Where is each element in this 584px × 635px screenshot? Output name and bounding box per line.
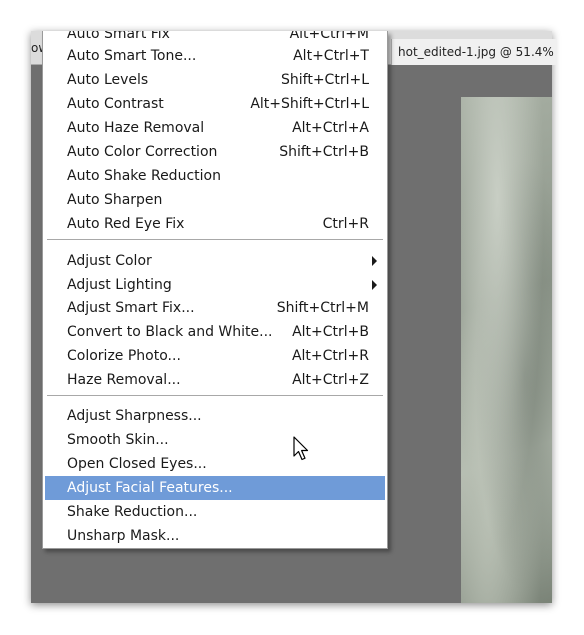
menu-item-shortcut: Alt+Ctrl+A — [292, 120, 369, 136]
menu-separator — [47, 395, 383, 397]
menu-item-label: Auto Color Correction — [67, 144, 218, 160]
menu-item-label: Auto Red Eye Fix — [67, 216, 185, 232]
menu-item-auto-levels[interactable]: Auto Levels Shift+Ctrl+L — [45, 68, 385, 92]
menu-item-auto-color-correction[interactable]: Auto Color Correction Shift+Ctrl+B — [45, 140, 385, 164]
menu-item-label: Auto Levels — [67, 72, 149, 88]
menu-item-label: Auto Sharpen — [67, 192, 163, 208]
menu-item-adjust-facial-features[interactable]: Adjust Facial Features... — [45, 476, 385, 500]
menu-item-adjust-lighting[interactable]: Adjust Lighting — [45, 273, 385, 297]
menu-item-label: Adjust Facial Features... — [67, 480, 233, 496]
menu-item-label: Smooth Skin... — [67, 432, 169, 448]
menu-item-label: Auto Smart Tone... — [67, 48, 197, 64]
menu-item-label: Open Closed Eyes... — [67, 456, 207, 472]
menu-item-smooth-skin[interactable]: Smooth Skin... — [45, 428, 385, 452]
menu-separator — [47, 239, 383, 241]
menu-item-label: Auto Contrast — [67, 96, 164, 112]
menu-item-shortcut: Alt+Ctrl+R — [291, 348, 369, 364]
menu-item-shortcut: Alt+Shift+Ctrl+L — [250, 96, 369, 112]
menu-item-label: Convert to Black and White... — [67, 324, 273, 340]
menu-item-label: Haze Removal... — [67, 372, 181, 388]
menu-item-shortcut: Shift+Ctrl+M — [276, 300, 369, 316]
menu-item-shortcut: Alt+Ctrl+B — [292, 324, 369, 340]
menu-item-shortcut: Shift+Ctrl+B — [279, 144, 369, 160]
menu-item-shortcut: Alt+Ctrl+T — [293, 48, 369, 64]
menu-item-auto-shake-reduction[interactable]: Auto Shake Reduction — [45, 164, 385, 188]
menu-item-colorize-photo[interactable]: Colorize Photo... Alt+Ctrl+R — [45, 344, 385, 368]
submenu-arrow-icon — [372, 256, 377, 266]
menu-item-shortcut: Ctrl+R — [322, 216, 369, 232]
canvas-top-strip — [461, 65, 552, 97]
menu-item-label: Unsharp Mask... — [67, 528, 180, 544]
menu-item-adjust-sharpness[interactable]: Adjust Sharpness... — [45, 404, 385, 428]
menu-item-unsharp-mask[interactable]: Unsharp Mask... — [45, 524, 385, 548]
menu-item-shortcut: Alt+Ctrl+Z — [292, 372, 369, 388]
menu-item-label: Auto Shake Reduction — [67, 168, 221, 184]
menu-item-open-closed-eyes[interactable]: Open Closed Eyes... — [45, 452, 385, 476]
photo-canvas[interactable] — [461, 97, 552, 603]
menu-item-haze-removal[interactable]: Haze Removal... Alt+Ctrl+Z — [45, 368, 385, 392]
menu-item-shake-reduction[interactable]: Shake Reduction... — [45, 500, 385, 524]
menu-item-auto-red-eye-fix[interactable]: Auto Red Eye Fix Ctrl+R — [45, 212, 385, 236]
menu-item-label: Adjust Color — [67, 253, 152, 269]
menu-item-adjust-color[interactable]: Adjust Color — [45, 249, 385, 273]
menu-item-label: Adjust Sharpness... — [67, 408, 202, 424]
menu-item-label: Adjust Smart Fix... — [67, 300, 195, 316]
menu-item-auto-smart-tone[interactable]: Auto Smart Tone... Alt+Ctrl+T — [45, 44, 385, 68]
arrow-pointer-icon — [293, 436, 309, 461]
menu-item-auto-haze-removal[interactable]: Auto Haze Removal Alt+Ctrl+A — [45, 116, 385, 140]
menu-item-label: Adjust Lighting — [67, 277, 172, 293]
menu-item-convert-black-white[interactable]: Convert to Black and White... Alt+Ctrl+B — [45, 320, 385, 344]
menu-item-label: Auto Haze Removal — [67, 120, 205, 136]
menu-item-label: Colorize Photo... — [67, 348, 181, 364]
menu-item-adjust-smart-fix[interactable]: Adjust Smart Fix... Shift+Ctrl+M — [45, 296, 385, 320]
menu-item-label: Shake Reduction... — [67, 504, 198, 520]
enhance-menu: Auto Smart Fix Alt+Ctrl+M Auto Smart Ton… — [42, 31, 388, 549]
menu-item-shortcut: Shift+Ctrl+L — [281, 72, 369, 88]
menu-item-auto-contrast[interactable]: Auto Contrast Alt+Shift+Ctrl+L — [45, 92, 385, 116]
menu-item-auto-sharpen[interactable]: Auto Sharpen — [45, 188, 385, 212]
submenu-arrow-icon — [372, 280, 377, 290]
document-tab-active[interactable]: hot_edited-1.jpg @ 51.4% (RGB — [391, 39, 556, 65]
